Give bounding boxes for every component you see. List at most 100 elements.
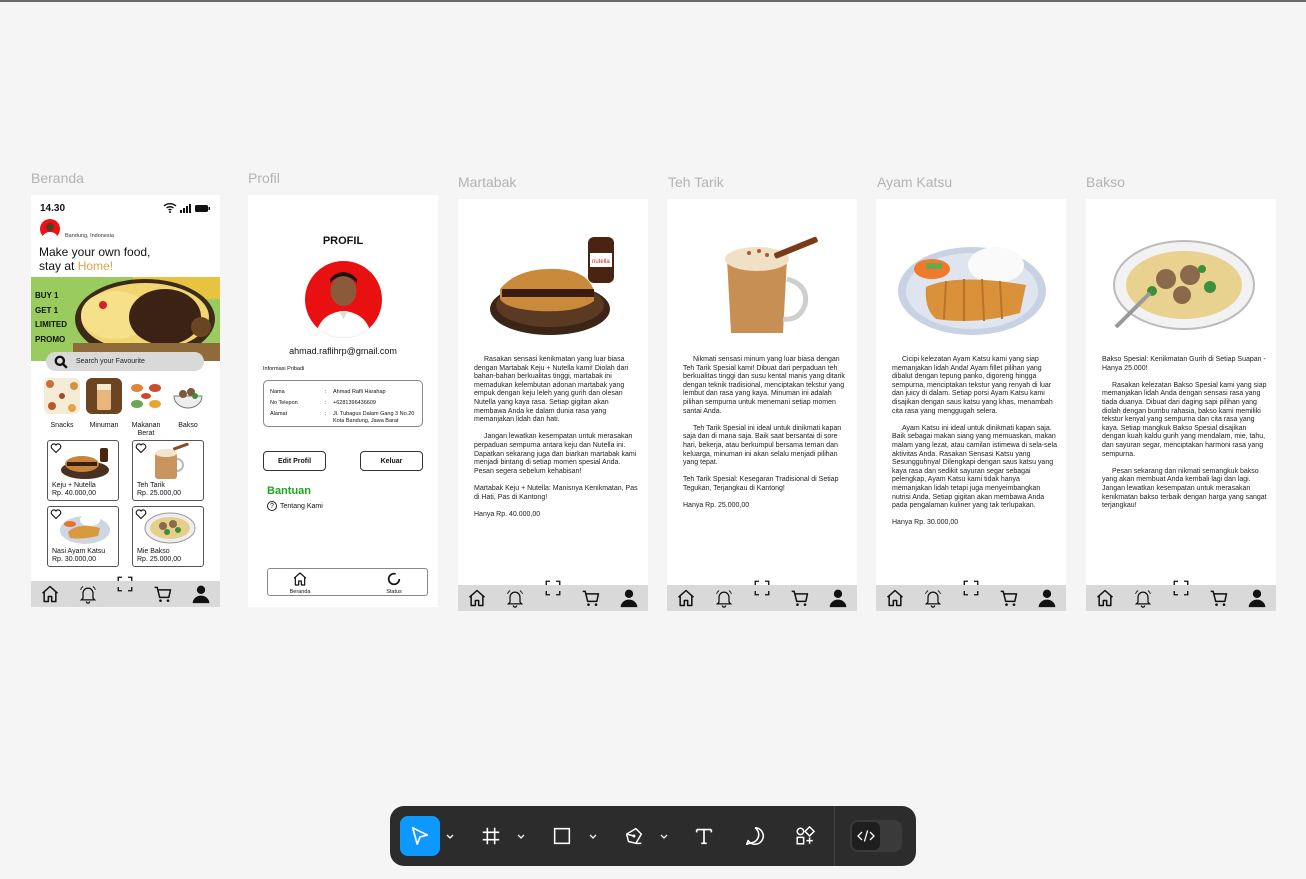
about-link[interactable]: ? Tentang Kami [267, 501, 323, 511]
paragraph: Martabak Keju + Nutella: Manisnya Kenikm… [474, 484, 638, 501]
dev-mode-toggle[interactable] [850, 820, 902, 852]
product-price: Rp. 25.000,00 [137, 490, 181, 497]
category-label-minuman[interactable]: Minuman [82, 422, 126, 430]
home-icon[interactable] [884, 587, 906, 609]
pen-tool-button[interactable] [614, 816, 654, 856]
design-toolbar [390, 806, 916, 866]
product-price: Rp. 25.000,00 [137, 556, 181, 563]
profile-email: ahmad.raflihrp@gmail.com [289, 346, 397, 356]
frame-bakso[interactable]: Bakso Spesial: Kenikmatan Gurih di Setia… [1086, 199, 1276, 611]
bell-icon[interactable] [1132, 587, 1154, 609]
promo-banner[interactable]: BUY 1 GET 1 LIMITED PROMO [31, 277, 220, 361]
chevron-down-icon[interactable] [589, 833, 597, 841]
product-name: Teh Tarik [137, 482, 165, 489]
scan-icon[interactable] [751, 577, 773, 599]
bell-icon[interactable] [713, 587, 735, 609]
home-icon[interactable] [1094, 587, 1116, 609]
nav-status[interactable]: Status [374, 571, 414, 595]
cart-icon[interactable] [152, 583, 174, 605]
cart-icon[interactable] [789, 587, 811, 609]
chevron-down-icon[interactable] [517, 833, 525, 841]
text-tool-button[interactable] [684, 816, 724, 856]
product-image [60, 514, 110, 544]
frame-beranda[interactable]: 14.30 Bandung, Indonesia Make your own f… [31, 195, 220, 607]
bell-icon[interactable] [922, 587, 944, 609]
category-label-bakso[interactable]: Bakso [166, 422, 210, 430]
bottom-nav [31, 581, 220, 607]
location-text[interactable]: Bandung, Indonesia [65, 233, 114, 239]
frame-label-beranda[interactable]: Beranda [31, 170, 84, 186]
home-icon [291, 571, 309, 587]
frame-tool-button[interactable] [471, 816, 511, 856]
scan-icon[interactable] [960, 577, 982, 599]
scan-icon[interactable] [114, 573, 136, 595]
paragraph: Rasakan kelezatan Bakso Spesial kami yan… [1102, 381, 1267, 458]
bottom-nav [1086, 585, 1276, 611]
user-icon[interactable] [618, 587, 640, 609]
frame-label-martabak[interactable]: Martabak [458, 174, 516, 190]
product-card-martabak[interactable]: Keju + Nutella Rp. 40.000,00 [47, 440, 119, 501]
help-heading: Bantuan [267, 485, 311, 497]
move-tool-button[interactable] [400, 816, 440, 856]
comment-icon [745, 826, 764, 846]
frame-ayam-katsu[interactable]: Cicipi kelezatan Ayam Katsu kami yang si… [876, 199, 1066, 611]
bakso-description: Bakso Spesial: Kenikmatan Gurih di Setia… [1102, 356, 1268, 519]
cart-icon[interactable] [1208, 587, 1230, 609]
logout-button[interactable]: Keluar [360, 451, 423, 471]
product-image [144, 512, 196, 544]
frame-label-bakso[interactable]: Bakso [1086, 174, 1125, 190]
frame-label-teh-tarik[interactable]: Teh Tarik [668, 174, 724, 190]
home-icon[interactable] [466, 587, 488, 609]
product-price: Rp. 40.000,00 [52, 490, 96, 497]
rectangle-icon [553, 827, 571, 845]
comment-tool-button[interactable] [735, 816, 775, 856]
product-price: Rp. 30.000,00 [52, 556, 96, 563]
user-icon[interactable] [1036, 587, 1058, 609]
cart-icon[interactable] [580, 587, 602, 609]
product-card-bakso[interactable]: Mie Bakso Rp. 25.000,00 [132, 506, 204, 567]
actions-tool-button[interactable] [785, 816, 825, 856]
home-icon[interactable] [39, 583, 61, 605]
user-icon[interactable] [1246, 587, 1268, 609]
user-icon[interactable] [190, 583, 212, 605]
personal-info-box: Nama: Ahmad Rafli Harahap No Telepon: +628… [263, 380, 423, 427]
user-icon[interactable] [827, 587, 849, 609]
category-bakso-image[interactable] [170, 378, 206, 414]
category-makanan-berat-image[interactable] [128, 378, 164, 414]
heart-icon[interactable] [135, 442, 147, 454]
product-card-ayam-katsu[interactable]: Nasi Ayam Katsu Rp. 30.000,00 [47, 506, 119, 567]
pen-icon [625, 827, 643, 845]
bell-icon[interactable] [504, 587, 526, 609]
status-icon [387, 572, 401, 586]
personal-info-label: Informasi Pribadi [263, 366, 305, 372]
nav-beranda[interactable]: Beranda [280, 571, 320, 595]
info-row-alamat: Alamat: Jl. Tubagus Dalam Gang 3 No.20 Ko… [270, 411, 415, 424]
category-label-makanan-berat[interactable]: Makanan Berat [124, 422, 168, 438]
frame-teh-tarik[interactable]: Nikmati sensasi minum yang luar biasa de… [667, 199, 857, 611]
home-icon[interactable] [675, 587, 697, 609]
paragraph: Teh Tarik Spesial: Kesegaran Tradisional… [683, 476, 839, 492]
scan-icon[interactable] [1170, 577, 1192, 599]
bell-icon[interactable] [77, 583, 99, 605]
user-avatar[interactable] [40, 219, 60, 239]
search-input[interactable]: Search your Favourite [46, 352, 204, 371]
frame-martabak[interactable]: nutella Rasakan sensasi kenikmatan yang … [458, 199, 648, 611]
cart-icon[interactable] [998, 587, 1020, 609]
status-icons [163, 203, 211, 216]
frame-label-ayam-katsu[interactable]: Ayam Katsu [877, 174, 952, 190]
frame-label-profil[interactable]: Profil [248, 170, 280, 186]
cursor-icon [411, 826, 429, 846]
category-snacks-image[interactable] [44, 378, 80, 414]
shape-tool-button[interactable] [542, 816, 582, 856]
chevron-down-icon[interactable] [446, 833, 454, 841]
frame-profil[interactable]: PROFIL ahmad.raflihrp@gmail.com Informas… [248, 195, 438, 607]
product-card-teh-tarik[interactable]: Teh Tarik Rp. 25.000,00 [132, 440, 204, 501]
top-border [0, 0, 1306, 2]
category-minuman-image[interactable] [86, 378, 122, 414]
greeting-accent: Home! [77, 259, 114, 273]
paragraph: Ayam Katsu ini ideal untuk dinikmati kap… [892, 424, 1057, 510]
chevron-down-icon[interactable] [660, 833, 668, 841]
category-label-snacks[interactable]: Snacks [40, 422, 84, 430]
edit-profile-button[interactable]: Edit Profil [263, 451, 326, 471]
scan-icon[interactable] [542, 577, 564, 599]
